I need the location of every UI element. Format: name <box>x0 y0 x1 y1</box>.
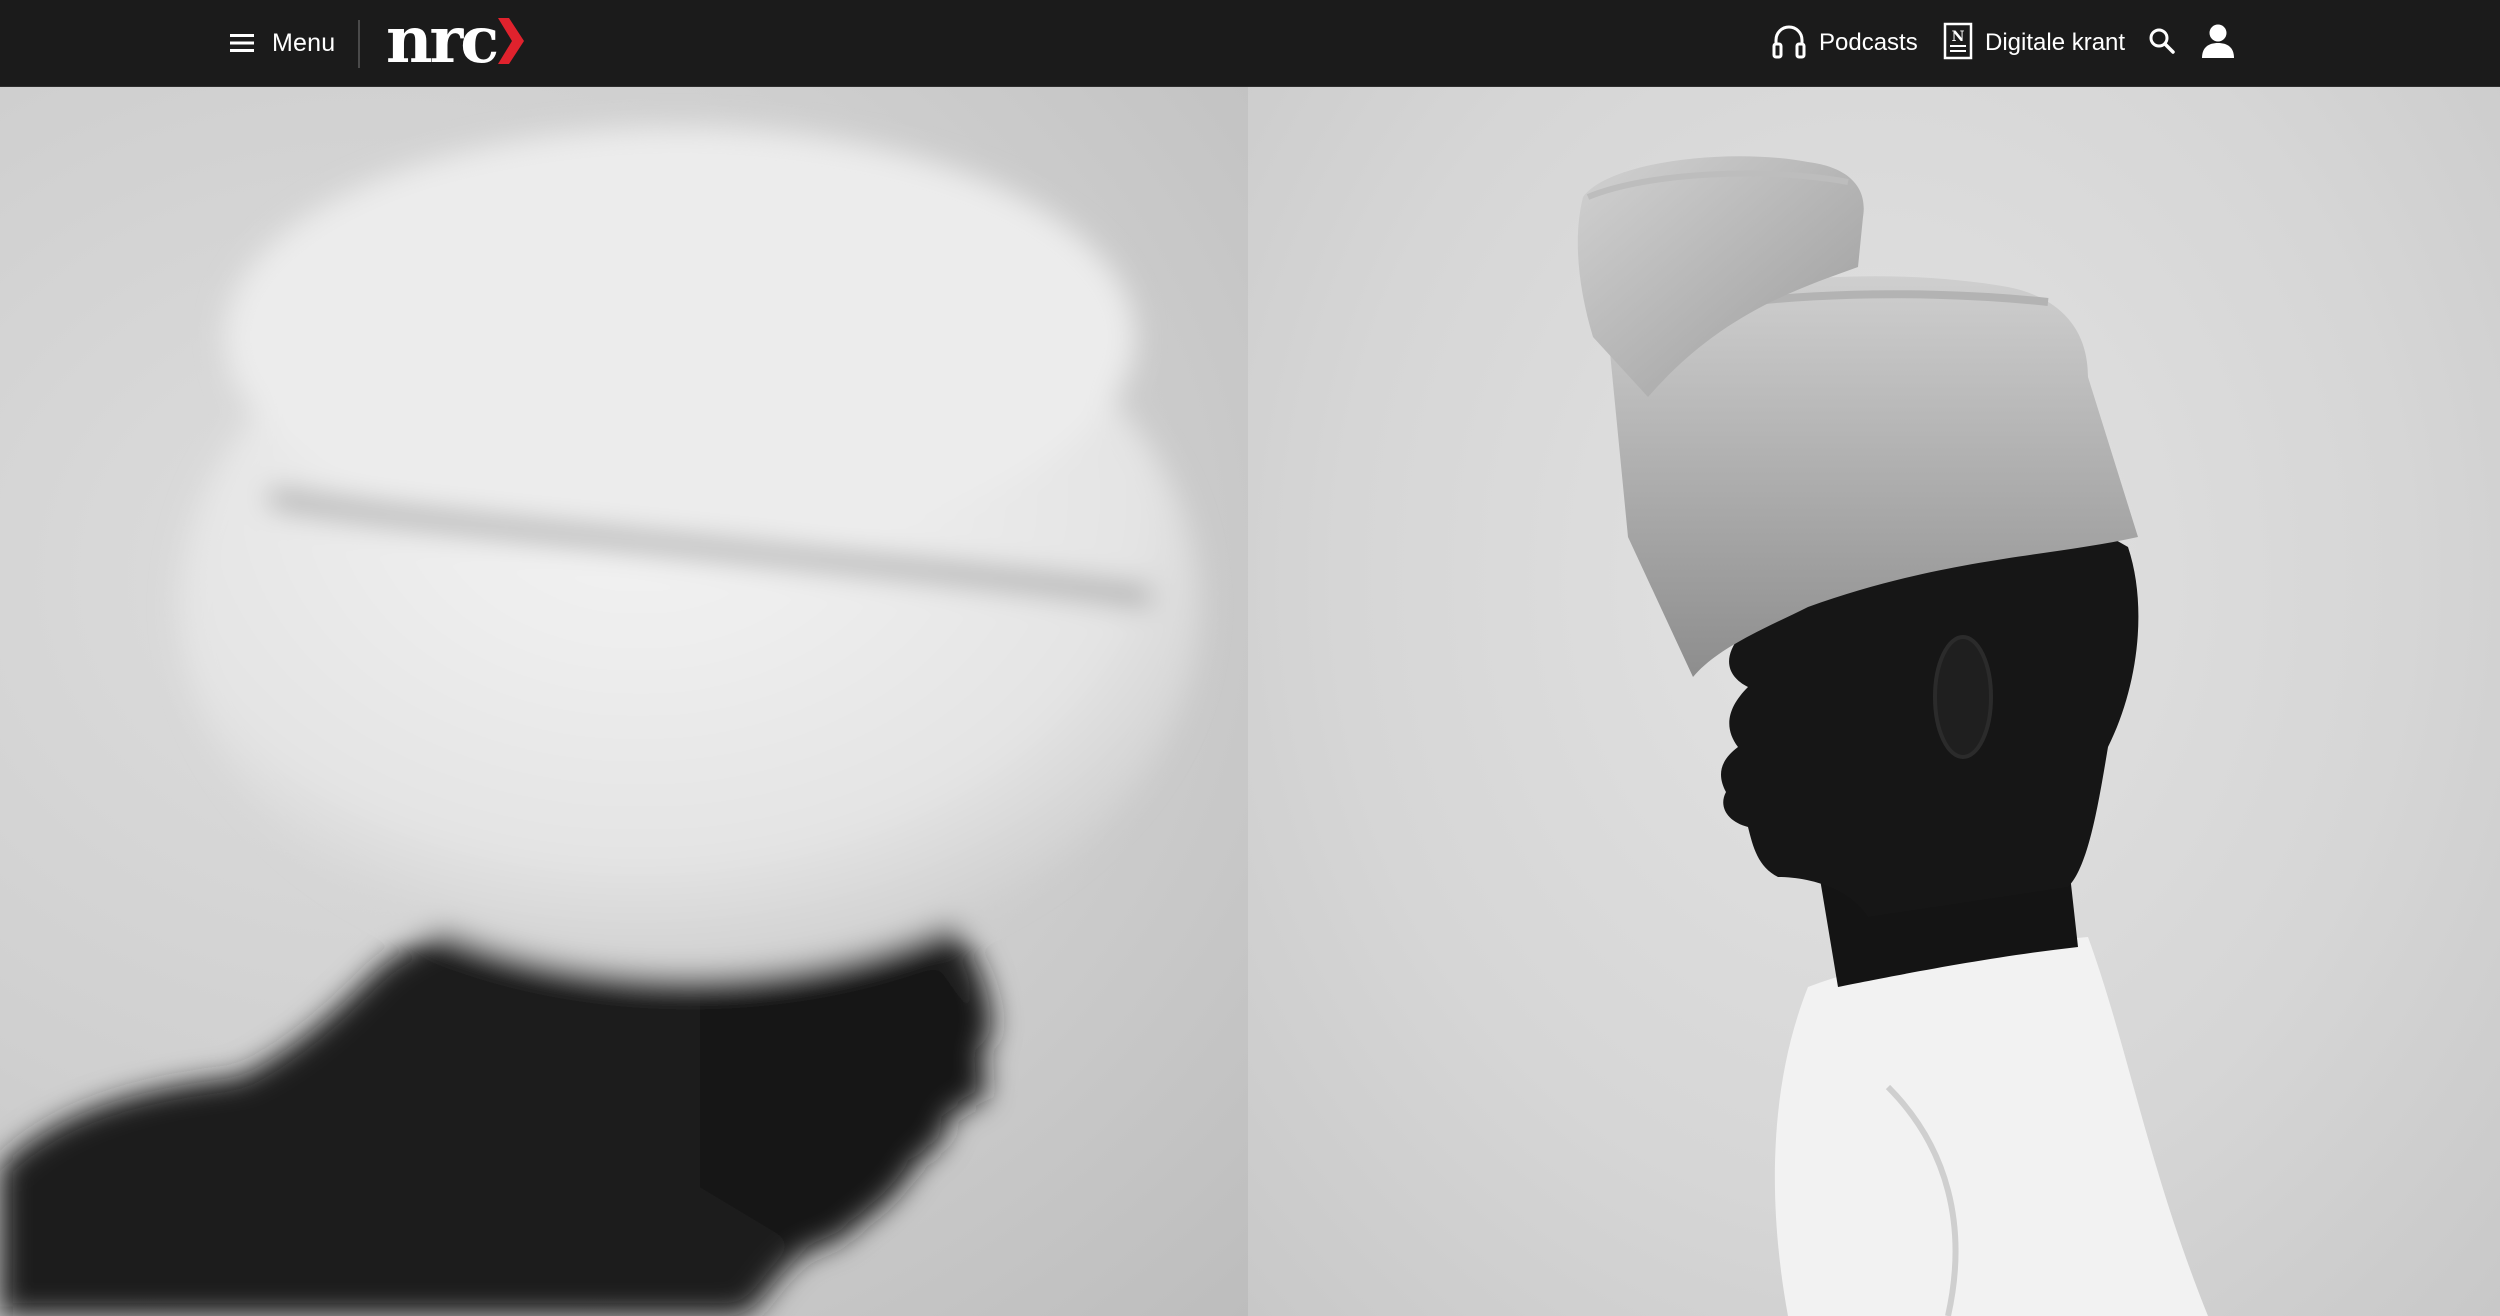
photo-right-illustration <box>1577 156 2208 1316</box>
newspaper-icon-letter: N <box>1952 29 1965 45</box>
hero-image <box>0 87 2500 1316</box>
header-divider <box>358 20 360 68</box>
newspaper-icon: N <box>1943 22 1973 65</box>
hero-photo-left <box>0 87 1248 1316</box>
podcasts-label: Podcasts <box>1819 29 1918 56</box>
nrc-logo[interactable]: nrc <box>386 3 525 78</box>
chevron-right-icon <box>496 14 525 69</box>
hamburger-icon <box>230 33 254 53</box>
headphones-icon <box>1771 23 1807 64</box>
top-navigation-bar: Menu nrc Podcasts N Digitale krant <box>0 0 2500 87</box>
menu-label: Menu <box>272 28 336 57</box>
logo-text: nrc <box>386 3 499 78</box>
search-button[interactable] <box>2148 20 2176 66</box>
hero-photo-right <box>1248 87 2500 1316</box>
podcasts-link[interactable]: Podcasts <box>1771 20 1918 66</box>
menu-button[interactable]: Menu <box>230 20 335 66</box>
user-icon <box>2199 22 2237 65</box>
search-icon <box>2148 27 2176 60</box>
digitale-krant-link[interactable]: N Digitale krant <box>1943 20 2125 66</box>
photo-left-illustration <box>0 127 1200 1316</box>
account-button[interactable] <box>2199 20 2237 66</box>
digitale-krant-label: Digitale krant <box>1985 29 2126 56</box>
